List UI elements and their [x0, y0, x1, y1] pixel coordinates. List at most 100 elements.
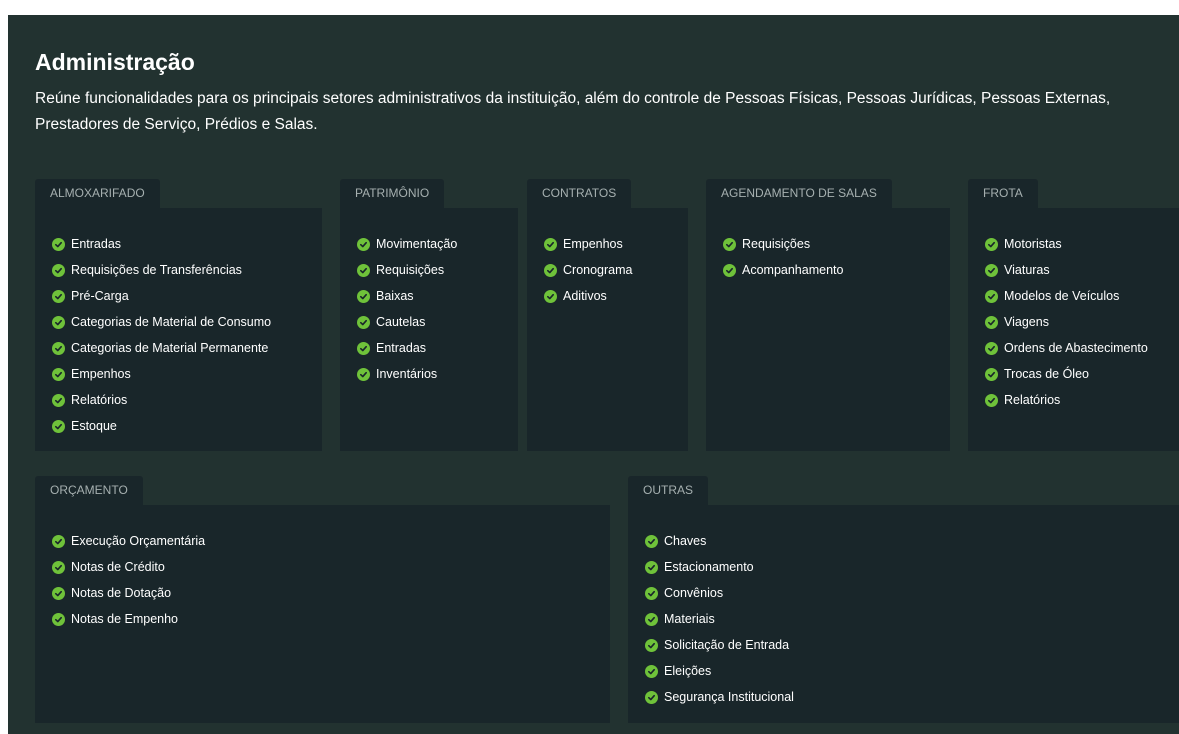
list-item[interactable]: Requisições de Transferências: [52, 257, 271, 283]
list-item[interactable]: Empenhos: [52, 361, 271, 387]
list-item[interactable]: Categorias de Material de Consumo: [52, 309, 271, 335]
section-outras-list: Chaves Estacionamento Convênios Materiais So…: [645, 528, 794, 710]
list-item[interactable]: Relatórios: [52, 387, 271, 413]
list-item-label: Aditivos: [563, 289, 607, 303]
check-circle-icon: [645, 586, 658, 600]
check-circle-icon: [52, 586, 65, 600]
check-circle-icon: [357, 289, 370, 303]
list-item[interactable]: Estoque: [52, 413, 271, 439]
list-item-label: Segurança Institucional: [664, 690, 794, 704]
check-circle-icon: [357, 367, 370, 381]
list-item[interactable]: Trocas de Óleo: [985, 361, 1148, 387]
list-item[interactable]: Chaves: [645, 528, 794, 554]
list-item[interactable]: Segurança Institucional: [645, 684, 794, 710]
list-item[interactable]: Notas de Empenho: [52, 606, 205, 632]
section-contratos: CONTRATOS Empenhos Cronograma Aditivos: [527, 179, 688, 451]
check-circle-icon: [357, 237, 370, 251]
list-item-label: Ordens de Abastecimento: [1004, 341, 1148, 355]
check-circle-icon: [544, 263, 557, 277]
list-item-label: Categorias de Material Permanente: [71, 341, 269, 355]
list-item[interactable]: Viagens: [985, 309, 1148, 335]
list-item-label: Pré-Carga: [71, 289, 129, 303]
section-almoxarifado: ALMOXARIFADO Entradas Requisições de Tran…: [35, 179, 322, 451]
list-item-label: Baixas: [376, 289, 414, 303]
list-item-label: Acompanhamento: [742, 263, 844, 277]
section-orcamento-title: ORÇAMENTO: [35, 476, 143, 505]
list-item[interactable]: Baixas: [357, 283, 457, 309]
section-outras-body: Chaves Estacionamento Convênios Materiais So…: [628, 505, 1179, 723]
check-circle-icon: [52, 534, 65, 548]
check-circle-icon: [52, 393, 65, 407]
check-circle-icon: [357, 341, 370, 355]
list-item[interactable]: Entradas: [357, 335, 457, 361]
list-item[interactable]: Cronograma: [544, 257, 632, 283]
list-item-label: Viagens: [1004, 315, 1049, 329]
list-item[interactable]: Solicitação de Entrada: [645, 632, 794, 658]
list-item-label: Solicitação de Entrada: [664, 638, 790, 652]
check-circle-icon: [645, 612, 658, 626]
list-item[interactable]: Estacionamento: [645, 554, 794, 580]
section-almoxarifado-body: Entradas Requisições de Transferências Pré…: [35, 208, 322, 451]
list-item-label: Materiais: [664, 612, 715, 626]
list-item[interactable]: Requisições: [357, 257, 457, 283]
list-item[interactable]: Movimentação: [357, 231, 457, 257]
list-item[interactable]: Pré-Carga: [52, 283, 271, 309]
section-agendamento-list: Requisições Acompanhamento: [723, 231, 843, 283]
section-frota: FROTA Motoristas Viaturas Modelos de Veícu…: [968, 179, 1179, 451]
check-circle-icon: [723, 263, 736, 277]
list-item-label: Execução Orçamentária: [71, 534, 206, 548]
list-item[interactable]: Eleições: [645, 658, 794, 684]
list-item-label: Estoque: [71, 419, 117, 433]
list-item[interactable]: Inventários: [357, 361, 457, 387]
list-item[interactable]: Cautelas: [357, 309, 457, 335]
list-item[interactable]: Viaturas: [985, 257, 1148, 283]
list-item[interactable]: Requisições: [723, 231, 843, 257]
check-circle-icon: [52, 289, 65, 303]
list-item-label: Empenhos: [71, 367, 131, 381]
section-agendamento-body: Requisições Acompanhamento: [706, 208, 950, 451]
page-title: Administração: [35, 49, 195, 75]
list-item-label: Entradas: [376, 341, 427, 355]
check-circle-icon: [985, 263, 998, 277]
check-circle-icon: [723, 237, 736, 251]
check-circle-icon: [357, 263, 370, 277]
list-item[interactable]: Motoristas: [985, 231, 1148, 257]
list-item[interactable]: Ordens de Abastecimento: [985, 335, 1148, 361]
check-circle-icon: [985, 237, 998, 251]
list-item[interactable]: Relatórios: [985, 387, 1148, 413]
section-frota-body: Motoristas Viaturas Modelos de Veículos Via…: [968, 208, 1179, 451]
list-item[interactable]: Aditivos: [544, 283, 632, 309]
section-patrimonio: PATRIMÔNIO Movimentação Requisições Baixas…: [340, 179, 518, 451]
list-item[interactable]: Materiais: [645, 606, 794, 632]
section-frota-title: FROTA: [968, 179, 1038, 208]
list-item[interactable]: Modelos de Veículos: [985, 283, 1148, 309]
list-item[interactable]: Acompanhamento: [723, 257, 843, 283]
section-almoxarifado-list: Entradas Requisições de Transferências Pré…: [52, 231, 271, 439]
check-circle-icon: [357, 315, 370, 329]
list-item-label: Requisições: [742, 237, 811, 251]
list-item-label: Modelos de Veículos: [1004, 289, 1120, 303]
section-almoxarifado-title: ALMOXARIFADO: [35, 179, 160, 208]
section-patrimonio-title: PATRIMÔNIO: [340, 179, 445, 208]
check-circle-icon: [985, 315, 998, 329]
check-circle-icon: [985, 289, 998, 303]
section-contratos-list: Empenhos Cronograma Aditivos: [544, 231, 632, 309]
list-item-label: Notas de Dotação: [71, 586, 172, 600]
section-contratos-body: Empenhos Cronograma Aditivos: [527, 208, 688, 451]
section-agendamento: AGENDAMENTO DE SALAS Requisições Acompanh…: [706, 179, 950, 451]
list-item[interactable]: Convênios: [645, 580, 794, 606]
check-circle-icon: [52, 315, 65, 329]
list-item-label: Convênios: [664, 586, 724, 600]
check-circle-icon: [52, 367, 65, 381]
list-item[interactable]: Execução Orçamentária: [52, 528, 205, 554]
list-item[interactable]: Empenhos: [544, 231, 632, 257]
check-circle-icon: [985, 393, 998, 407]
list-item[interactable]: Categorias de Material Permanente: [52, 335, 271, 361]
list-item[interactable]: Entradas: [52, 231, 271, 257]
section-outras-title: OUTRAS: [628, 476, 709, 505]
list-item[interactable]: Notas de Crédito: [52, 554, 205, 580]
list-item-label: Relatórios: [1004, 393, 1061, 407]
list-item-label: Motoristas: [1004, 237, 1062, 251]
list-item[interactable]: Notas de Dotação: [52, 580, 205, 606]
check-circle-icon: [645, 534, 658, 548]
